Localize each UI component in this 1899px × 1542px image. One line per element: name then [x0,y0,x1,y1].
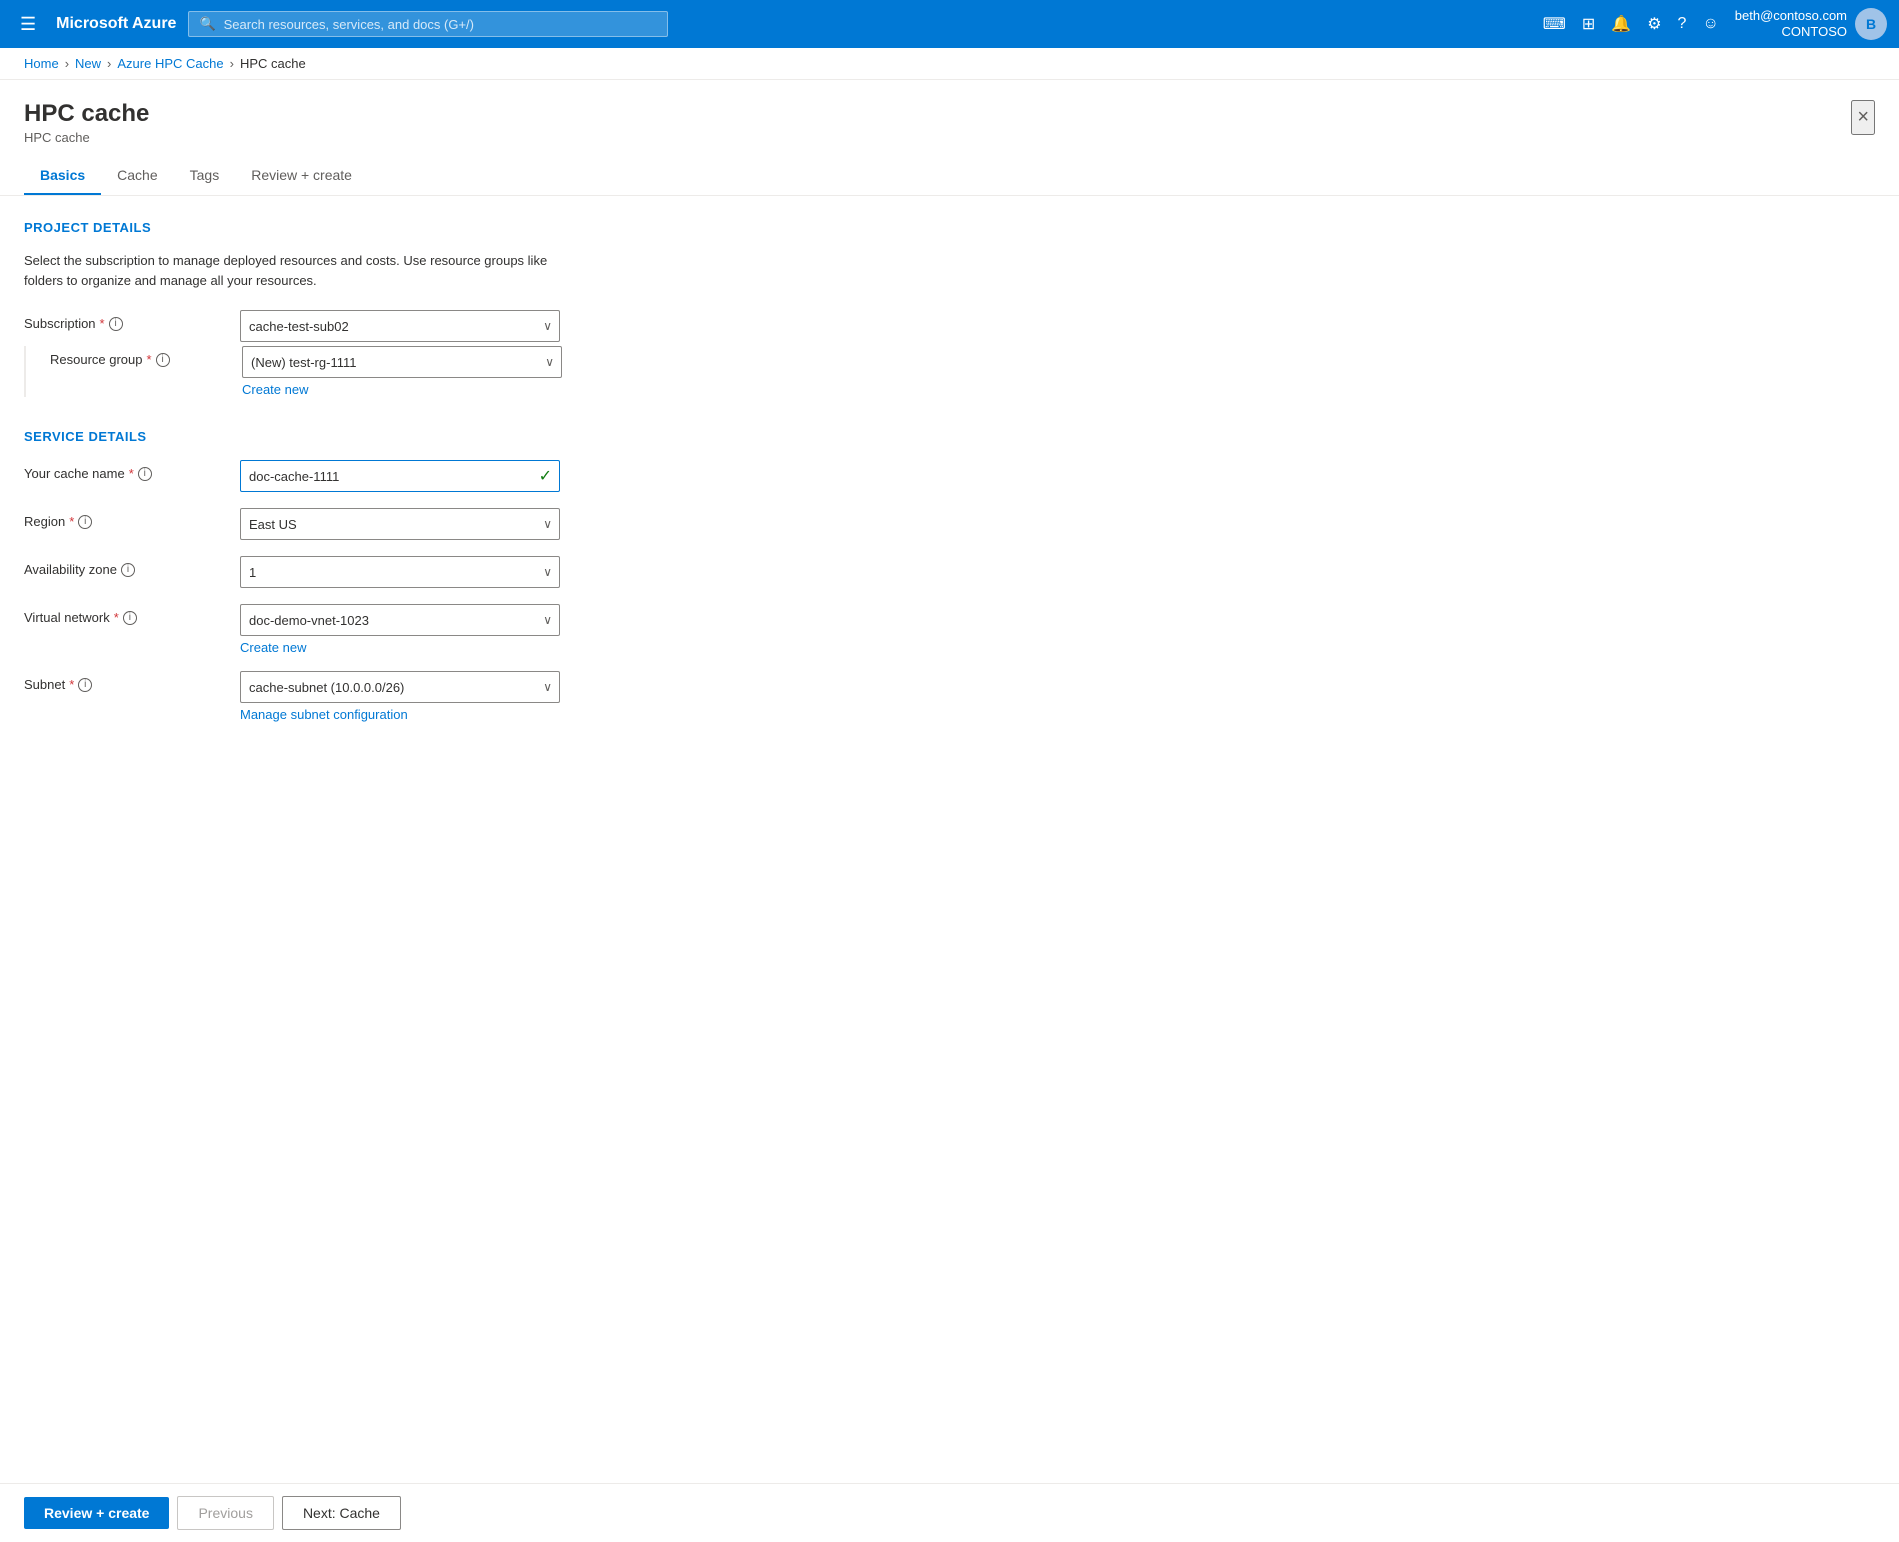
virtual-network-select[interactable]: doc-demo-vnet-1023 [240,604,560,636]
cache-name-valid-icon: ✓ [539,466,552,486]
region-control: East US ∨ [240,508,560,540]
subscription-control: cache-test-sub02 ∨ [240,310,560,342]
subscription-select[interactable]: cache-test-sub02 [240,310,560,342]
tab-cache[interactable]: Cache [101,157,173,195]
subscription-label: Subscription * i [24,310,224,331]
resource-group-select-wrapper: (New) test-rg-1111 ∨ [242,346,562,378]
resource-group-required: * [147,352,152,367]
help-icon[interactable]: ? [1678,15,1687,33]
page-header: HPC cache HPC cache × [0,80,1899,145]
close-button[interactable]: × [1851,100,1875,135]
availability-zone-info-icon[interactable]: i [121,563,135,577]
top-navigation: ☰ Microsoft Azure 🔍 ⌨ ⊞ 🔔 ⚙ ? ☺ beth@con… [0,0,1899,48]
subscription-row: Subscription * i cache-test-sub02 ∨ [24,310,876,342]
search-icon: 🔍 [199,16,215,32]
region-info-icon[interactable]: i [78,515,92,529]
availability-zone-select-wrapper: 1 ∨ [240,556,560,588]
form-content: PROJECT DETAILS Select the subscription … [0,196,900,842]
cache-name-input[interactable] [240,460,560,492]
tab-review-create[interactable]: Review + create [235,157,368,195]
create-resource-group-link[interactable]: Create new [242,382,308,397]
availability-zone-label: Availability zone i [24,556,224,577]
virtual-network-label: Virtual network * i [24,604,224,625]
breadcrumb-new[interactable]: New [75,56,101,71]
resource-group-row: Resource group * i (New) test-rg-1111 ∨ … [24,346,876,397]
notification-icon[interactable]: 🔔 [1611,14,1631,34]
next-button[interactable]: Next: Cache [282,1496,401,1530]
footer: Review + create Previous Next: Cache [0,1483,1899,1542]
region-select[interactable]: East US [240,508,560,540]
subnet-info-icon[interactable]: i [78,678,92,692]
search-bar[interactable]: 🔍 [188,11,668,37]
virtual-network-info-icon[interactable]: i [123,611,137,625]
subnet-control: cache-subnet (10.0.0.0/26) ∨ Manage subn… [240,671,560,722]
cache-name-control: ✓ [240,460,560,492]
page-title: HPC cache [24,100,149,128]
availability-zone-control: 1 ∨ [240,556,560,588]
resource-group-select[interactable]: (New) test-rg-1111 [242,346,562,378]
subnet-select-wrapper: cache-subnet (10.0.0.0/26) ∨ [240,671,560,703]
manage-subnet-link[interactable]: Manage subnet configuration [240,707,408,722]
project-details-title: PROJECT DETAILS [24,220,876,235]
subscription-select-wrapper: cache-test-sub02 ∨ [240,310,560,342]
subnet-label: Subnet * i [24,671,224,692]
page-subtitle: HPC cache [24,130,149,145]
settings-icon[interactable]: ⚙ [1647,14,1661,34]
create-virtual-network-link[interactable]: Create new [240,640,306,655]
search-input[interactable] [224,17,658,32]
breadcrumb-azure-hpc-cache[interactable]: Azure HPC Cache [117,56,223,71]
cache-name-row: Your cache name * i ✓ [24,460,876,492]
tab-tags[interactable]: Tags [174,157,236,195]
subscription-info-icon[interactable]: i [109,317,123,331]
cache-name-info-icon[interactable]: i [138,467,152,481]
nav-icons: ⌨ ⊞ 🔔 ⚙ ? ☺ beth@contoso.com CONTOSO B [1543,8,1887,40]
feedback-icon[interactable]: ☺ [1702,15,1718,33]
cache-name-required: * [129,466,134,481]
project-details-description: Select the subscription to manage deploy… [24,251,584,290]
main-container: HPC cache HPC cache × Basics Cache Tags … [0,80,1899,1538]
region-label: Region * i [24,508,224,529]
virtual-network-required: * [114,610,119,625]
subnet-select[interactable]: cache-subnet (10.0.0.0/26) [240,671,560,703]
app-logo: Microsoft Azure [56,15,176,33]
previous-button: Previous [177,1496,273,1530]
region-row: Region * i East US ∨ [24,508,876,540]
hamburger-menu[interactable]: ☰ [12,10,44,39]
terminal-icon[interactable]: ⌨ [1543,14,1566,34]
resource-group-control: (New) test-rg-1111 ∨ Create new [242,346,562,397]
subscription-required: * [100,316,105,331]
cache-name-label: Your cache name * i [24,460,224,481]
tabs: Basics Cache Tags Review + create [0,157,1899,196]
service-details-section: SERVICE DETAILS Your cache name * i ✓ [24,429,876,722]
portal-icon[interactable]: ⊞ [1582,14,1595,34]
availability-zone-select[interactable]: 1 [240,556,560,588]
user-org: CONTOSO [1735,24,1847,40]
project-details-section: PROJECT DETAILS Select the subscription … [24,220,876,397]
resource-group-label: Resource group * i [50,346,226,367]
resource-group-info-icon[interactable]: i [156,353,170,367]
virtual-network-select-wrapper: doc-demo-vnet-1023 ∨ [240,604,560,636]
cache-name-input-wrapper: ✓ [240,460,560,492]
user-email: beth@contoso.com [1735,8,1847,24]
form-scroll-area: PROJECT DETAILS Select the subscription … [0,196,1899,1538]
region-select-wrapper: East US ∨ [240,508,560,540]
virtual-network-control: doc-demo-vnet-1023 ∨ Create new [240,604,560,655]
breadcrumb-home[interactable]: Home [24,56,59,71]
service-details-title: SERVICE DETAILS [24,429,876,444]
subnet-required: * [69,677,74,692]
user-menu[interactable]: beth@contoso.com CONTOSO B [1735,8,1887,40]
header-text: HPC cache HPC cache [24,100,149,145]
breadcrumb: Home › New › Azure HPC Cache › HPC cache [0,48,1899,80]
virtual-network-row: Virtual network * i doc-demo-vnet-1023 ∨… [24,604,876,655]
breadcrumb-current: HPC cache [240,56,306,71]
tab-basics[interactable]: Basics [24,157,101,195]
availability-zone-row: Availability zone i 1 ∨ [24,556,876,588]
review-create-button[interactable]: Review + create [24,1497,169,1529]
region-required: * [69,514,74,529]
avatar: B [1855,8,1887,40]
subnet-row: Subnet * i cache-subnet (10.0.0.0/26) ∨ … [24,671,876,722]
